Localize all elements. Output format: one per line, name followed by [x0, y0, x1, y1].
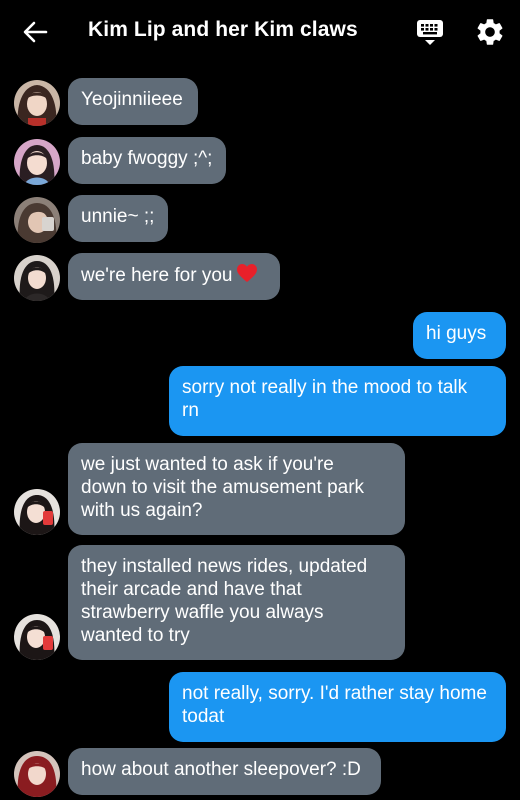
message-bubble[interactable]: hi guys	[413, 312, 506, 359]
message-text-line: their arcade and have that	[81, 579, 302, 600]
avatar[interactable]	[14, 489, 60, 535]
message-text-line: sorry not really in the mood to talk	[182, 377, 468, 398]
message-bubble[interactable]: we just wanted to ask if you're down to …	[68, 443, 405, 535]
message-text: we're here for you	[81, 265, 233, 286]
message-bubble[interactable]: unnie~ ;;	[68, 195, 168, 242]
message-bubble[interactable]: baby fwoggy ;^;	[68, 137, 226, 184]
message-text-line: we just wanted to ask if you're	[81, 454, 334, 475]
message-text-line: strawberry waffle you always	[81, 602, 324, 623]
message-text: baby fwoggy ;^;	[81, 148, 213, 169]
chat-title: Kim Lip and her Kim claws	[88, 18, 358, 41]
keyboard-icon[interactable]	[414, 18, 446, 50]
message-text-line: with us again?	[81, 500, 203, 521]
heart-emoji-icon	[236, 263, 258, 289]
message-bubble[interactable]: sorry not really in the mood to talk rn	[169, 366, 506, 436]
message-bubble[interactable]: not really, sorry. I'd rather stay home …	[169, 672, 506, 742]
message-text: unnie~ ;;	[81, 206, 155, 227]
back-arrow-icon[interactable]	[20, 17, 50, 47]
avatar[interactable]	[14, 751, 60, 797]
message-text-line: they installed news rides, updated	[81, 556, 368, 577]
gear-icon[interactable]	[474, 16, 506, 48]
message-bubble[interactable]: Yeojinniieee	[68, 78, 198, 125]
message-bubble[interactable]: we're here for you	[68, 253, 280, 300]
message-text: hi guys	[426, 323, 487, 344]
message-text: how about another sleepover? :D	[81, 759, 361, 780]
message-bubble[interactable]: they installed news rides, updated their…	[68, 545, 405, 660]
message-text-line: down to visit the amusement park	[81, 477, 365, 498]
avatar[interactable]	[14, 80, 60, 126]
avatar[interactable]	[14, 255, 60, 301]
avatar[interactable]	[14, 139, 60, 185]
message-text-line: wanted to try	[81, 625, 190, 646]
avatar[interactable]	[14, 197, 60, 243]
message-text-line: todat	[182, 706, 225, 727]
message-text-line: rn	[182, 400, 199, 421]
message-bubble[interactable]: how about another sleepover? :D	[68, 748, 381, 795]
chat-header: Kim Lip and her Kim claws	[0, 0, 520, 64]
avatar[interactable]	[14, 614, 60, 660]
message-text: Yeojinniieee	[81, 89, 183, 110]
message-text-line: not really, sorry. I'd rather stay home	[182, 683, 487, 704]
